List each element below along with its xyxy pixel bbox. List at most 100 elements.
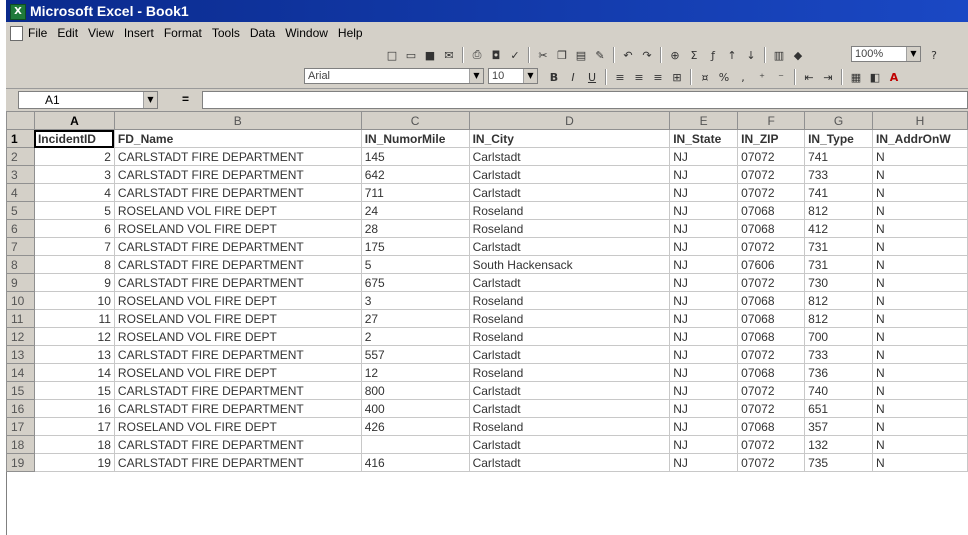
cell[interactable]: FD_Name: [113, 129, 362, 148]
row-header[interactable]: 7: [6, 237, 35, 256]
chevron-down-icon[interactable]: ▼: [469, 69, 483, 83]
cell[interactable]: 733: [804, 165, 873, 184]
cell[interactable]: 711: [360, 183, 470, 202]
cell[interactable]: 17: [33, 417, 115, 436]
cell[interactable]: ROSELAND VOL FIRE DEPT: [113, 417, 362, 436]
cell[interactable]: 07068: [737, 291, 806, 310]
cell[interactable]: 2: [33, 147, 115, 166]
align-right-icon[interactable]: ≡: [650, 69, 666, 85]
cell[interactable]: 426: [360, 417, 470, 436]
chevron-down-icon[interactable]: ▼: [523, 69, 537, 83]
cell[interactable]: IN_AddrOnW: [872, 129, 968, 148]
cell[interactable]: N: [872, 255, 968, 274]
cell[interactable]: CARLSTADT FIRE DEPARTMENT: [113, 147, 362, 166]
cell[interactable]: 07606: [737, 255, 806, 274]
cell[interactable]: 557: [360, 345, 470, 364]
cell[interactable]: N: [872, 273, 968, 292]
cell[interactable]: South Hackensack: [468, 255, 671, 274]
cell[interactable]: 3: [33, 165, 115, 184]
cell[interactable]: 28: [360, 219, 470, 238]
cell[interactable]: N: [872, 453, 968, 472]
cell[interactable]: CARLSTADT FIRE DEPARTMENT: [113, 345, 362, 364]
cell[interactable]: 731: [804, 255, 873, 274]
increase-decimal-icon[interactable]: ⁺: [754, 69, 770, 85]
increase-indent-icon[interactable]: ⇥: [820, 69, 836, 85]
cell[interactable]: 7: [33, 237, 115, 256]
cell[interactable]: Carlstadt: [468, 183, 671, 202]
cell[interactable]: 07072: [737, 345, 806, 364]
email-icon[interactable]: ✉: [441, 47, 457, 63]
menu-view[interactable]: View: [88, 26, 114, 40]
chart-wizard-icon[interactable]: ▥: [771, 47, 787, 63]
cell[interactable]: CARLSTADT FIRE DEPARTMENT: [113, 255, 362, 274]
cut-icon[interactable]: ✂: [535, 47, 551, 63]
cell[interactable]: Carlstadt: [468, 399, 671, 418]
cell[interactable]: ROSELAND VOL FIRE DEPT: [113, 219, 362, 238]
cell[interactable]: ROSELAND VOL FIRE DEPT: [113, 309, 362, 328]
menu-help[interactable]: Help: [338, 26, 363, 40]
sort-descending-icon[interactable]: ↓: [743, 47, 759, 63]
align-center-icon[interactable]: ≡: [631, 69, 647, 85]
cell[interactable]: 400: [360, 399, 470, 418]
row-header[interactable]: 18: [6, 435, 35, 454]
cell[interactable]: N: [872, 327, 968, 346]
cell[interactable]: IN_NumorMile: [360, 129, 470, 148]
cell[interactable]: Carlstadt: [468, 381, 671, 400]
row-header[interactable]: 19: [6, 453, 35, 472]
align-left-icon[interactable]: ≡: [612, 69, 628, 85]
menu-tools[interactable]: Tools: [212, 26, 240, 40]
cell[interactable]: ROSELAND VOL FIRE DEPT: [113, 201, 362, 220]
drawing-icon[interactable]: ◆: [790, 47, 806, 63]
cell[interactable]: 132: [804, 435, 873, 454]
cell[interactable]: CARLSTADT FIRE DEPARTMENT: [113, 435, 362, 454]
chevron-down-icon[interactable]: ▼: [906, 47, 920, 61]
cell[interactable]: 736: [804, 363, 873, 382]
cell[interactable]: 24: [360, 201, 470, 220]
cell[interactable]: 27: [360, 309, 470, 328]
cell[interactable]: NJ: [669, 363, 739, 382]
cell[interactable]: NJ: [669, 201, 739, 220]
cell[interactable]: CARLSTADT FIRE DEPARTMENT: [113, 453, 362, 472]
menu-format[interactable]: Format: [164, 26, 202, 40]
cell[interactable]: 16: [33, 399, 115, 418]
row-header[interactable]: 10: [6, 291, 35, 310]
cell[interactable]: 8: [33, 255, 115, 274]
row-header[interactable]: 16: [6, 399, 35, 418]
cell[interactable]: 07072: [737, 435, 806, 454]
cell[interactable]: Carlstadt: [468, 237, 671, 256]
cell[interactable]: 07072: [737, 183, 806, 202]
cell[interactable]: 5: [33, 201, 115, 220]
font-size-select[interactable]: 10 ▼: [488, 68, 538, 84]
cell[interactable]: ROSELAND VOL FIRE DEPT: [113, 291, 362, 310]
redo-icon[interactable]: ↷: [639, 47, 655, 63]
row-header[interactable]: 11: [6, 309, 35, 328]
row-header[interactable]: 8: [6, 255, 35, 274]
cell[interactable]: NJ: [669, 435, 739, 454]
cell[interactable]: 6: [33, 219, 115, 238]
cell[interactable]: 700: [804, 327, 873, 346]
row-header[interactable]: 4: [6, 183, 35, 202]
column-header-d[interactable]: D: [468, 111, 671, 130]
open-icon[interactable]: ▭: [403, 47, 419, 63]
cell[interactable]: CARLSTADT FIRE DEPARTMENT: [113, 183, 362, 202]
cell[interactable]: 730: [804, 273, 873, 292]
cell[interactable]: 13: [33, 345, 115, 364]
cell[interactable]: 175: [360, 237, 470, 256]
cell[interactable]: NJ: [669, 309, 739, 328]
cell[interactable]: 11: [33, 309, 115, 328]
cell[interactable]: NJ: [669, 147, 739, 166]
function-icon[interactable]: ƒ: [705, 47, 721, 63]
cell[interactable]: 357: [804, 417, 873, 436]
cell[interactable]: N: [872, 219, 968, 238]
cell[interactable]: 12: [33, 327, 115, 346]
cell[interactable]: N: [872, 291, 968, 310]
menu-file[interactable]: File: [28, 26, 47, 40]
cell[interactable]: N: [872, 399, 968, 418]
cell[interactable]: 740: [804, 381, 873, 400]
cell[interactable]: 741: [804, 183, 873, 202]
copy-icon[interactable]: ❐: [554, 47, 570, 63]
cell[interactable]: IncidentID: [33, 129, 115, 148]
cell[interactable]: NJ: [669, 399, 739, 418]
menu-window[interactable]: Window: [285, 26, 328, 40]
cell[interactable]: Carlstadt: [468, 273, 671, 292]
